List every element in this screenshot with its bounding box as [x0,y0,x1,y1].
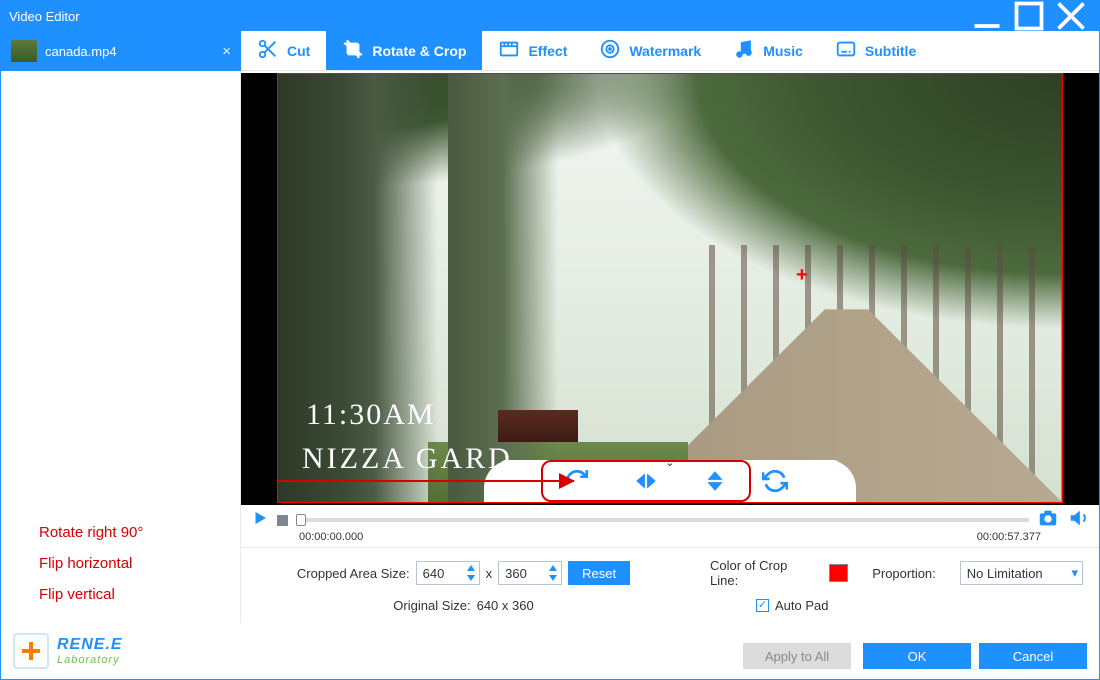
cancel-button[interactable]: Cancel [979,643,1087,669]
crop-icon [342,38,364,63]
annotation-arrow [277,480,574,482]
scissors-icon [257,38,279,63]
tab-cut-label: Cut [287,43,310,59]
watermark-icon [599,38,621,63]
duration-time: 00:00:57.377 [977,531,1041,543]
subtitle-icon [835,38,857,63]
seek-handle[interactable] [296,514,306,526]
play-button[interactable] [251,509,269,532]
checkbox-checked-icon: ✓ [756,599,769,612]
music-icon [733,38,755,63]
minimize-button[interactable] [967,5,1007,27]
tab-effect[interactable]: Effect [482,31,583,70]
dropdown-arrow-icon: ▾ [1071,565,1078,581]
overlay-time-text: 11:30AM [306,398,436,432]
ok-button[interactable]: OK [863,643,971,669]
crop-frame[interactable]: + 11:30AM NIZZA GARD ⌄ [277,73,1063,503]
close-file-icon[interactable]: × [222,43,231,60]
tab-music[interactable]: Music [717,31,819,70]
seek-track[interactable] [296,518,1029,522]
reset-crop-button[interactable]: Reset [568,561,630,585]
brand-logo: RENE.E Laboratory [13,633,123,669]
title-bar: Video Editor [1,1,1099,31]
annotation-rotate-right: Rotate right 90° [39,524,240,541]
tab-music-label: Music [763,43,803,59]
proportion-value: No Limitation [967,566,1043,581]
footer: RENE.E Laboratory Apply to All OK Cancel [1,623,1099,679]
height-spin-down[interactable] [547,573,559,583]
tab-effect-label: Effect [528,43,567,59]
refresh-icon [762,468,788,494]
maximize-button[interactable] [1009,5,1049,27]
original-size-value: 640 x 360 [477,598,534,613]
crop-width-value: 640 [423,566,465,581]
file-name: canada.mp4 [45,44,117,59]
dim-separator: x [486,566,493,581]
tab-rotate-crop-label: Rotate & Crop [372,43,466,59]
effect-icon [498,38,520,63]
snapshot-button[interactable] [1037,507,1059,534]
crop-width-input[interactable]: 640 [416,561,480,585]
tab-subtitle-label: Subtitle [865,43,916,59]
cropped-area-label: Cropped Area Size: [297,566,410,581]
proportion-label: Proportion: [872,566,936,581]
current-time: 00:00:00.000 [299,531,363,543]
crop-height-value: 360 [505,566,547,581]
tab-watermark-label: Watermark [629,43,701,59]
video-preview-container: + 11:30AM NIZZA GARD ⌄ [241,73,1099,505]
stop-button[interactable] [277,515,288,526]
sidebar: Rotate right 90° Flip horizontal Flip ve… [1,71,241,623]
chevron-down-icon[interactable]: ⌄ [665,456,674,469]
tool-tabs: Cut Rotate & Crop Effect Watermark Music… [241,31,1099,71]
center-marker: + [796,264,808,287]
tab-watermark[interactable]: Watermark [583,31,717,70]
close-button[interactable] [1051,5,1091,27]
tab-cut[interactable]: Cut [241,31,326,70]
annotation-labels: Rotate right 90° Flip horizontal Flip ve… [1,524,240,623]
flip-vertical-button[interactable] [691,468,739,494]
flip-horizontal-button[interactable] [622,468,670,494]
file-thumbnail [11,40,37,62]
file-tab[interactable]: canada.mp4 × [1,31,241,71]
width-spin-down[interactable] [465,573,477,583]
flip-vertical-icon [702,468,728,494]
overlay-place-text: NIZZA GARD [302,442,513,476]
brand-subtitle: Laboratory [57,654,123,666]
reset-rotation-button[interactable] [751,468,799,494]
tab-subtitle[interactable]: Subtitle [819,31,932,70]
brand-icon [13,633,49,669]
volume-button[interactable] [1067,507,1089,534]
brand-name: RENE.E [57,636,123,654]
window-title: Video Editor [9,9,967,24]
crop-line-color-label: Color of Crop Line: [710,558,805,588]
annotation-flip-horizontal: Flip horizontal [39,555,240,572]
proportion-select[interactable]: No Limitation ▾ [960,561,1083,585]
tab-rotate-crop[interactable]: Rotate & Crop [326,31,482,70]
original-size-label: Original Size: [393,598,470,613]
video-frame [278,74,1062,502]
crop-line-color-swatch[interactable] [829,564,848,582]
auto-pad-checkbox[interactable]: ✓ Auto Pad [756,598,829,613]
flip-horizontal-icon [633,468,659,494]
auto-pad-label: Auto Pad [775,598,829,613]
apply-to-all-button[interactable]: Apply to All [743,643,851,669]
annotation-flip-vertical: Flip vertical [39,586,240,603]
height-spin-up[interactable] [547,563,559,573]
width-spin-up[interactable] [465,563,477,573]
crop-height-input[interactable]: 360 [498,561,562,585]
